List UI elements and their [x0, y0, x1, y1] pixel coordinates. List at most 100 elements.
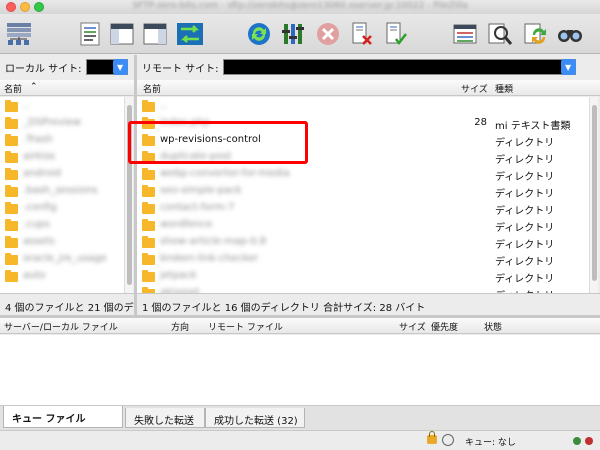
- file-size: 28: [474, 117, 487, 128]
- file-name: airkiss: [23, 151, 56, 162]
- minimize-window-button[interactable]: [20, 2, 30, 12]
- folder-icon: [142, 168, 155, 180]
- file-type: ディレクトリ: [495, 240, 555, 251]
- local-file-list[interactable]: .. _DSPreview .Trash airkiss android .bash_se…: [0, 97, 124, 293]
- file-row[interactable]: show-article-map-0.8 ディレクトリ: [137, 234, 589, 251]
- file-row[interactable]: wordfence ディレクトリ: [137, 217, 589, 234]
- file-name: webp-converter-for-media: [160, 168, 290, 179]
- remote-site-combo[interactable]: ▼: [222, 59, 576, 75]
- remote-col-size[interactable]: サイズ: [461, 82, 488, 95]
- file-row[interactable]: android: [0, 166, 124, 183]
- zoom-window-button[interactable]: [34, 2, 44, 12]
- search-files-button[interactable]: [556, 20, 584, 48]
- highlight-box: [128, 121, 308, 164]
- speed-limit-icon[interactable]: [442, 434, 454, 446]
- toggle-local-tree-button[interactable]: [108, 20, 136, 48]
- queue-col-priority[interactable]: 優先度: [431, 320, 458, 333]
- close-window-button[interactable]: [6, 2, 16, 12]
- reconnect-button[interactable]: [382, 20, 410, 48]
- find-icon: [558, 30, 582, 42]
- directory-filter-button[interactable]: [451, 20, 479, 48]
- file-row[interactable]: jetpack ディレクトリ: [137, 268, 589, 285]
- file-name: wordfence: [160, 219, 213, 230]
- file-row[interactable]: assets: [0, 234, 124, 251]
- chevron-down-icon[interactable]: ▼: [112, 59, 128, 75]
- file-row[interactable]: .bash_sessions: [0, 183, 124, 200]
- remote-site-bar: リモート サイト: ▼: [137, 55, 600, 79]
- file-row[interactable]: .Trash: [0, 132, 124, 149]
- remote-status: 1 個のファイルと 16 個のディレクトリ 合計サイズ: 28 バイト: [137, 293, 600, 315]
- remote-scroll-thumb[interactable]: [592, 105, 597, 281]
- file-row[interactable]: seo-simple-pack ディレクトリ: [137, 183, 589, 200]
- file-row[interactable]: webp-converter-for-media ディレクトリ: [137, 166, 589, 183]
- disconnect-icon: [352, 22, 372, 45]
- remote-col-name[interactable]: 名前: [143, 82, 161, 95]
- site-manager-button[interactable]: [5, 20, 33, 48]
- file-row[interactable]: .cups: [0, 217, 124, 234]
- file-type: ディレクトリ: [495, 274, 555, 285]
- file-row[interactable]: ..: [137, 98, 589, 115]
- folder-icon: [142, 185, 155, 197]
- local-site-combo[interactable]: ▼: [85, 59, 128, 75]
- file-name: seo-simple-pack: [160, 185, 242, 196]
- tab-queued-files[interactable]: キュー ファイル: [3, 406, 123, 428]
- local-status: 4 個のファイルと 21 個のデ: [0, 293, 134, 315]
- local-column-header[interactable]: 名前 ⌃: [0, 80, 134, 96]
- queue-col-status[interactable]: 状態: [484, 320, 502, 333]
- file-name: jetpack: [160, 270, 197, 281]
- file-type: mi テキスト書類: [495, 121, 571, 132]
- queue-column-header[interactable]: サーバー/ローカル ファイル 方向 リモート ファイル サイズ 優先度 状態: [0, 318, 600, 334]
- folder-icon: [5, 100, 18, 112]
- cancel-button[interactable]: [314, 20, 342, 48]
- toggle-message-log-button[interactable]: [76, 20, 104, 48]
- folder-icon: [142, 253, 155, 265]
- file-row[interactable]: airkiss: [0, 149, 124, 166]
- refresh-icon: [248, 23, 270, 45]
- file-type: ディレクトリ: [495, 189, 555, 200]
- folder-icon: [142, 270, 155, 282]
- tab-successful-transfers[interactable]: 成功した転送 (32): [205, 408, 305, 428]
- toggle-remote-tree-button[interactable]: [141, 20, 169, 48]
- queue-tabs: キュー ファイル 失敗した転送 成功した転送 (32): [0, 405, 600, 430]
- process-queue-button[interactable]: [280, 20, 308, 48]
- file-row[interactable]: oracle_jre_usage: [0, 251, 124, 268]
- remote-column-header[interactable]: 名前 サイズ 種類: [137, 80, 600, 96]
- chevron-down-icon[interactable]: ▼: [560, 59, 576, 75]
- window-title: SFTP-zero-bits.com - sftp://zerobits@zer…: [132, 1, 468, 11]
- transfer-queue-icon: [177, 23, 203, 45]
- file-row[interactable]: broken-link-checker ディレクトリ: [137, 251, 589, 268]
- file-row[interactable]: contact-form-7 ディレクトリ: [137, 200, 589, 217]
- toggle-transfer-queue-button[interactable]: [176, 20, 204, 48]
- synchronized-browsing-button[interactable]: [521, 20, 549, 48]
- file-row[interactable]: .config: [0, 200, 124, 217]
- file-name: android: [23, 168, 61, 179]
- file-row[interactable]: auto: [0, 268, 124, 285]
- remote-col-type[interactable]: 種類: [495, 82, 513, 95]
- remote-site-label: リモート サイト:: [142, 63, 219, 75]
- disconnect-button[interactable]: [348, 20, 376, 48]
- toolbar: [0, 14, 600, 54]
- file-name: assets: [23, 236, 55, 247]
- tab-failed-transfers[interactable]: 失敗した転送: [125, 408, 205, 428]
- queue-col-size[interactable]: サイズ: [399, 320, 426, 333]
- file-row[interactable]: akismetディレクトリ: [137, 285, 589, 293]
- remote-scrollbar[interactable]: [589, 97, 598, 293]
- compare-directories-button[interactable]: [486, 20, 514, 48]
- queue-col-server[interactable]: サーバー/ローカル ファイル: [4, 320, 118, 333]
- local-site-label: ローカル サイト:: [5, 63, 82, 75]
- refresh-button[interactable]: [245, 20, 273, 48]
- file-name: show-article-map-0.8: [160, 236, 267, 247]
- remote-tree-icon: [143, 23, 167, 45]
- file-name: ..: [160, 100, 167, 111]
- folder-icon: [5, 134, 18, 146]
- queue-col-remote[interactable]: リモート ファイル: [208, 320, 283, 333]
- queue-col-direction[interactable]: 方向: [171, 320, 189, 333]
- file-row[interactable]: ..: [0, 98, 124, 115]
- queue-list[interactable]: [0, 335, 600, 405]
- file-row[interactable]: _DSPreview: [0, 115, 124, 132]
- send-led-icon: [585, 437, 593, 445]
- local-col-name[interactable]: 名前: [4, 82, 22, 95]
- folder-icon: [5, 219, 18, 231]
- title-bar: SFTP-zero-bits.com - sftp://zerobits@zer…: [0, 0, 600, 14]
- lock-icon: [427, 431, 437, 444]
